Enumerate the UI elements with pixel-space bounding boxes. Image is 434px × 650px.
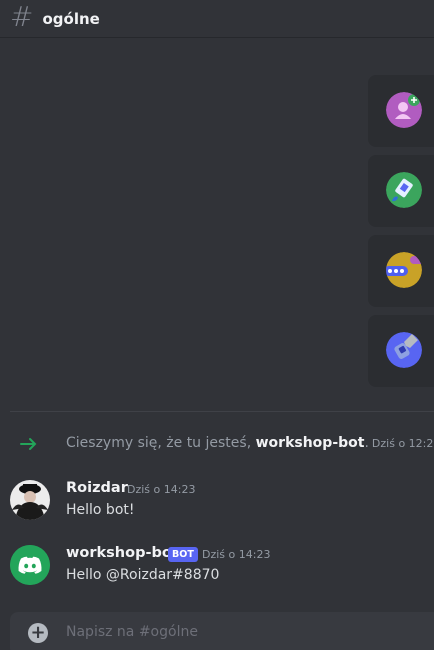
channel-name: ogólne xyxy=(42,9,100,28)
welcome-system-message: Cieszymy się, że tu jesteś, workshop-bot… xyxy=(0,430,434,458)
system-text-before: Cieszymy się, że tu jesteś, xyxy=(66,435,256,451)
invite-friends-icon xyxy=(386,92,422,128)
message-timestamp[interactable]: Dziś o 14:23 xyxy=(202,548,270,561)
message-composer[interactable]: + Napisz na #ogólne xyxy=(10,612,434,650)
message-timestamp[interactable]: Dziś o 14:23 xyxy=(127,483,195,496)
personalize-server-card[interactable] xyxy=(368,155,434,227)
message-content: Hello @Roizdar#8870 xyxy=(66,567,220,583)
discord-logo-icon xyxy=(10,545,50,585)
personalize-server-icon xyxy=(386,172,422,208)
channel-header: # ogólne xyxy=(0,0,434,38)
channel-hash-icon: # xyxy=(10,0,34,33)
welcome-cards xyxy=(368,75,434,395)
avatar[interactable] xyxy=(10,480,50,520)
system-timestamp[interactable]: Dziś o 12:28 xyxy=(372,437,434,450)
message-author[interactable]: workshop-bot xyxy=(66,545,179,561)
message-input[interactable]: Napisz na #ogólne xyxy=(66,624,198,640)
message-content: Hello bot! xyxy=(66,502,135,518)
add-attachment-icon[interactable]: + xyxy=(28,623,48,643)
add-app-card[interactable] xyxy=(368,315,434,387)
join-arrow-icon xyxy=(20,438,37,450)
invite-friends-card[interactable] xyxy=(368,75,434,147)
send-message-card[interactable] xyxy=(368,235,434,307)
system-username[interactable]: workshop-bot xyxy=(256,435,365,451)
user-avatar-icon xyxy=(10,480,50,520)
send-message-icon xyxy=(386,252,422,288)
add-app-icon xyxy=(386,332,422,368)
messages-divider xyxy=(10,411,434,412)
message-author[interactable]: Roizdar xyxy=(66,480,128,496)
bot-badge: BOT xyxy=(168,547,198,562)
avatar[interactable] xyxy=(10,545,50,585)
system-text-after: . xyxy=(364,435,369,451)
system-message-text: Cieszymy się, że tu jesteś, workshop-bot… xyxy=(66,435,434,451)
